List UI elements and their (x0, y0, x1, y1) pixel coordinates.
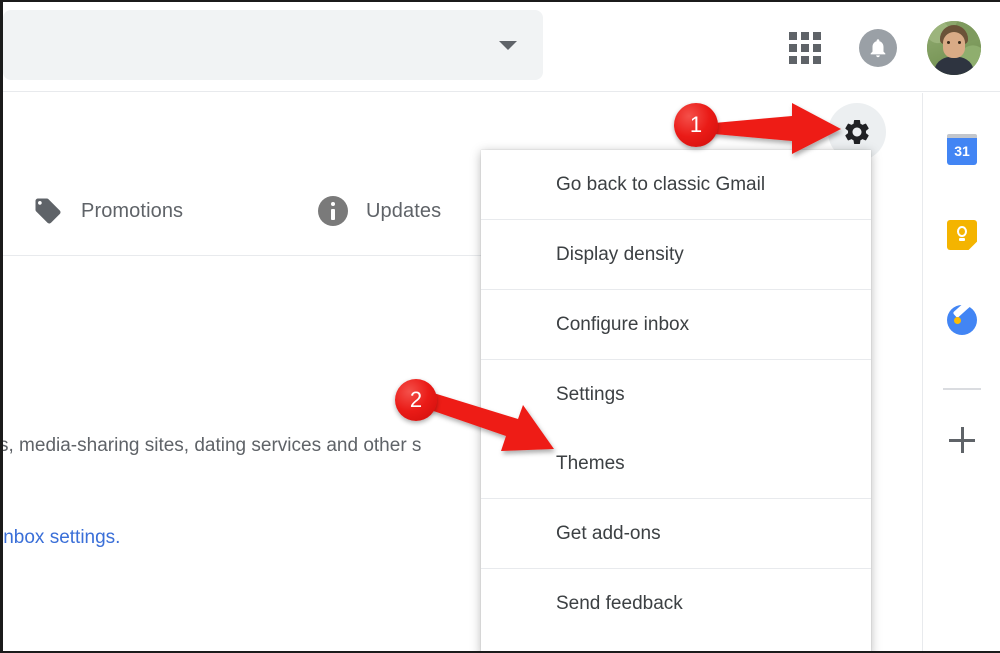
menu-group: Go back to classic Gmail (481, 150, 871, 220)
avatar[interactable] (927, 21, 981, 75)
google-calendar-icon[interactable]: 31 (945, 133, 979, 167)
menu-item-get-add-ons[interactable]: Get add-ons (481, 499, 871, 568)
body-text-line-1: s, media-sharing sites, dating services … (0, 435, 422, 456)
menu-item-help[interactable]: Help (481, 638, 871, 651)
side-panel-divider (943, 388, 981, 390)
menu-group: Display density (481, 220, 871, 290)
apps-grid-icon[interactable] (789, 32, 821, 64)
message-body: . s, media-sharing sites, dating service… (0, 257, 483, 651)
tab-promotions[interactable]: Promotions (33, 196, 183, 226)
info-icon (318, 196, 348, 226)
bell-icon[interactable] (859, 29, 897, 67)
annotation-badge-1: 1 (674, 103, 718, 147)
menu-group: Get add-ons (481, 499, 871, 569)
menu-item-go-back-to-classic-gmail[interactable]: Go back to classic Gmail (481, 150, 871, 219)
tab-updates-label: Updates (366, 199, 442, 222)
google-tasks-icon[interactable] (945, 300, 979, 337)
chevron-down-icon[interactable] (499, 41, 517, 50)
search-input[interactable] (17, 10, 477, 80)
tab-promotions-label: Promotions (81, 199, 184, 222)
category-tabs: Promotions Updates (3, 168, 483, 256)
google-keep-icon[interactable] (945, 218, 979, 252)
inbox-settings-link[interactable]: inbox settings. (3, 527, 120, 549)
menu-item-settings[interactable]: Settings (481, 360, 871, 429)
menu-item-configure-inbox[interactable]: Configure inbox (481, 290, 871, 359)
menu-group: Settings Themes (481, 360, 871, 499)
menu-group: Send feedback Help (481, 569, 871, 651)
menu-item-send-feedback[interactable]: Send feedback (481, 569, 871, 638)
settings-dropdown-menu[interactable]: Go back to classic Gmail Display density… (481, 150, 871, 651)
app-header (3, 2, 1000, 92)
body-text-line-0: . (3, 382, 4, 404)
search-bar[interactable] (3, 10, 543, 80)
gmail-window: Promotions Updates . s, media-sharing si… (0, 0, 1000, 653)
gear-icon (845, 120, 869, 144)
tab-updates[interactable]: Updates (318, 196, 441, 226)
calendar-day-label: 31 (947, 138, 977, 165)
side-panel: 31 (922, 93, 1000, 651)
tag-icon (33, 196, 63, 226)
menu-group: Configure inbox (481, 290, 871, 360)
plus-icon[interactable] (945, 423, 979, 457)
menu-item-themes[interactable]: Themes (481, 429, 871, 498)
menu-item-display-density[interactable]: Display density (481, 220, 871, 289)
